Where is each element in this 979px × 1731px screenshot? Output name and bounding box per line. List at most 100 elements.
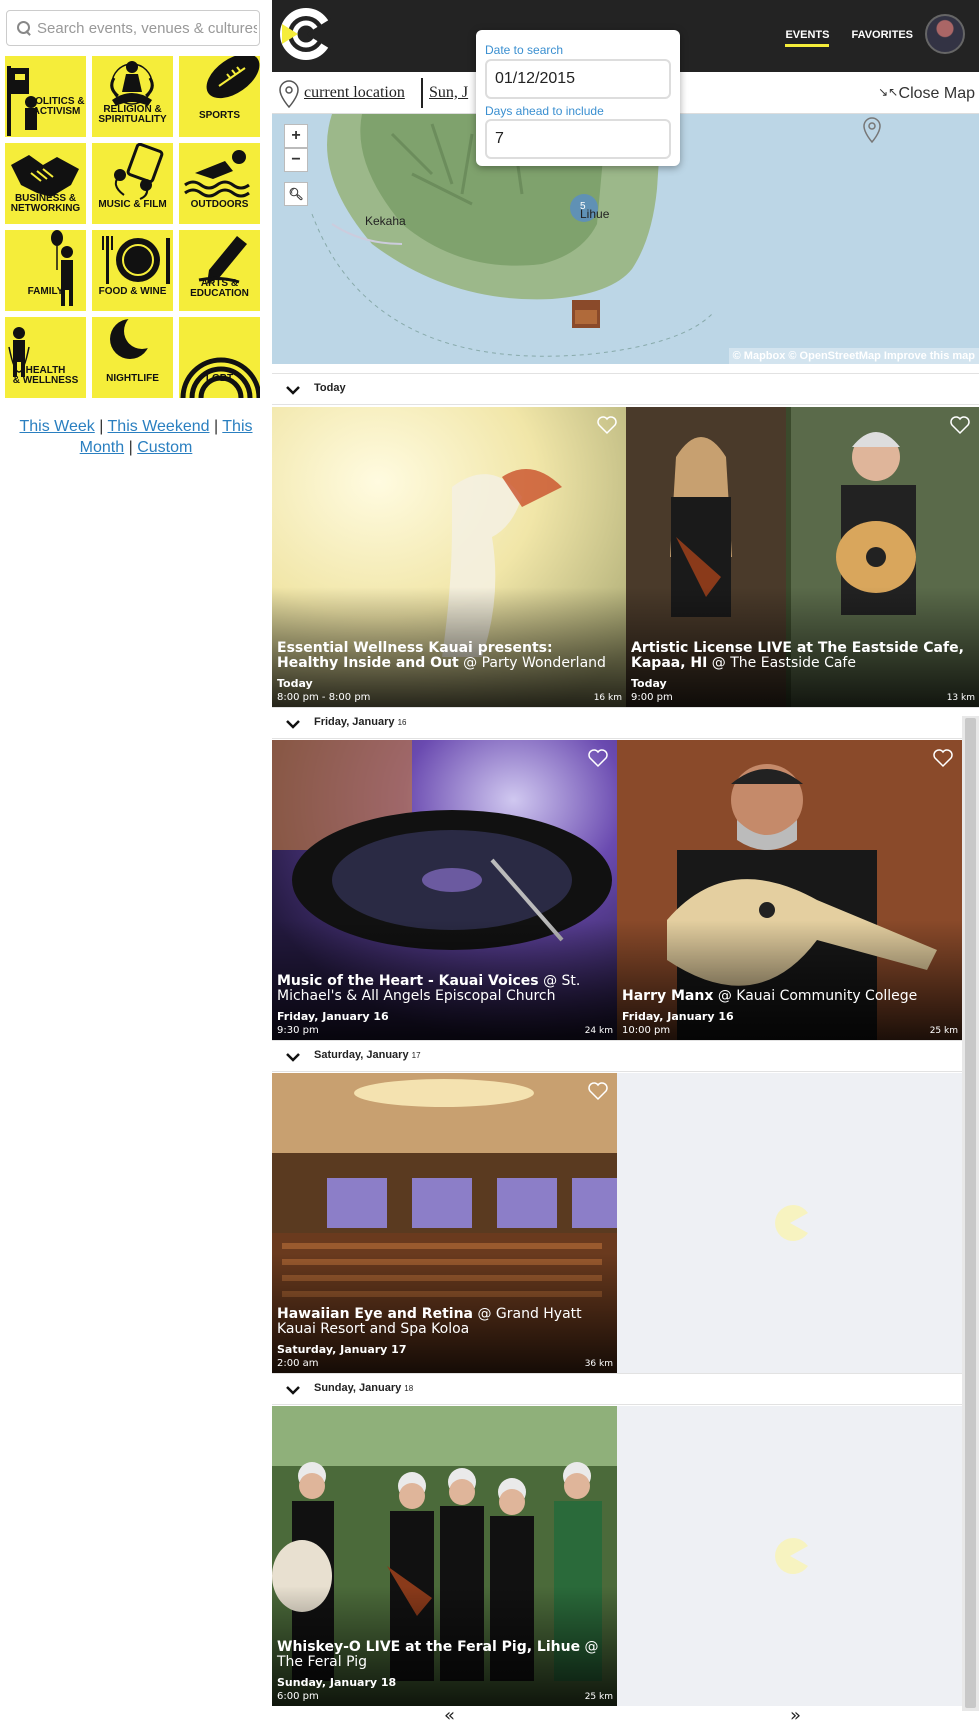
logo-icon[interactable]: [280, 8, 332, 60]
event-title: Hawaiian Eye and Retina @ Grand Hyatt Ka…: [277, 1307, 609, 1337]
event-time: 6:00 pm: [277, 1691, 319, 1702]
at-sign: @: [463, 655, 478, 671]
category-label: Business & Networking: [10, 193, 81, 214]
heart-icon[interactable]: [949, 415, 971, 435]
category-arts[interactable]: Arts & Education: [179, 230, 260, 311]
search-icon: 🔍︎: [288, 187, 304, 201]
category-politics[interactable]: Politics & Activism: [5, 56, 86, 137]
prev-page-button[interactable]: «: [444, 1705, 455, 1726]
loading-placeholder: [617, 1406, 962, 1706]
event-distance: 24 km: [584, 1026, 613, 1036]
day-date-number: 16: [397, 718, 407, 727]
date-link[interactable]: Sun, J: [429, 84, 468, 102]
category-family[interactable]: Family: [5, 230, 86, 311]
category-religion[interactable]: Religion & Spirituality: [92, 56, 173, 137]
event-venue: Party Wonderland: [481, 655, 606, 671]
at-sign: @: [711, 655, 726, 671]
at-sign: @: [477, 1306, 492, 1322]
heart-icon[interactable]: [596, 415, 618, 435]
category-label: LGBT: [205, 373, 234, 384]
day-header[interactable]: Sunday, January 18: [272, 1373, 979, 1405]
map-attribution[interactable]: © Mapbox © OpenStreetMap Improve this ma…: [728, 348, 979, 364]
music-icon: [114, 143, 164, 200]
event-name: Harry Manx: [622, 988, 714, 1004]
date-field[interactable]: [485, 59, 671, 99]
current-location-link[interactable]: current location: [304, 84, 405, 102]
event-distance: 25 km: [584, 1692, 613, 1702]
event-date: Saturday, January 17: [277, 1343, 407, 1356]
event-distance: 13 km: [946, 693, 975, 703]
event-time: 9:30 pm: [277, 1025, 319, 1036]
link-this-week[interactable]: This Week: [19, 418, 94, 435]
close-map-button[interactable]: ↘↖ Close Map: [878, 85, 975, 103]
search-box[interactable]: [6, 10, 260, 46]
event-title: Whiskey-O LIVE at the Feral Pig, Lihue @…: [277, 1640, 609, 1670]
category-sports[interactable]: Sports: [179, 56, 260, 137]
event-venue: The Eastside Cafe: [730, 655, 856, 671]
event-name: Whiskey-O LIVE at the Feral Pig, Lihue: [277, 1639, 581, 1655]
category-music-film[interactable]: Music & Film: [92, 143, 173, 224]
nav-events[interactable]: EVENTS: [785, 29, 830, 47]
pager: « »: [272, 1703, 962, 1731]
next-page-button[interactable]: »: [790, 1705, 801, 1726]
day-date: Saturday, January 17: [314, 1049, 421, 1061]
event-time: 8:00 pm - 8:00 pm: [277, 692, 371, 703]
event-distance: 25 km: [929, 1026, 958, 1036]
day-date-number: 17: [411, 1051, 421, 1060]
map-search-button[interactable]: 🔍︎: [284, 182, 308, 206]
category-business[interactable]: Business & Networking: [5, 143, 86, 224]
moon-icon: [110, 317, 160, 359]
day-header[interactable]: Today: [272, 373, 979, 405]
date-range-links: This Week | This Weekend | This Month | …: [12, 416, 260, 458]
days-ahead-field[interactable]: [485, 119, 671, 159]
event-title: Music of the Heart - Kauai Voices @ St. …: [277, 974, 609, 1004]
event-card[interactable]: Whiskey-O LIVE at the Feral Pig, Lihue @…: [272, 1406, 617, 1706]
events-list: Today Essential Wellness Kauai presents:…: [272, 373, 979, 1731]
rainbow-icon: [180, 357, 260, 398]
sidebar: Politics & Activism Religion & Spiritual…: [0, 0, 272, 1731]
heart-icon[interactable]: [932, 748, 954, 768]
link-custom[interactable]: Custom: [137, 439, 192, 456]
day-date-text: Sunday, January: [314, 1382, 402, 1394]
event-distance: 36 km: [584, 1359, 613, 1369]
category-health[interactable]: Health & Wellness: [5, 317, 86, 398]
link-this-weekend[interactable]: This Weekend: [108, 418, 210, 435]
event-venue: The Feral Pig: [277, 1654, 367, 1670]
football-icon: [206, 56, 260, 99]
search-input[interactable]: [37, 19, 257, 37]
heart-icon[interactable]: [587, 748, 609, 768]
event-time: 9:00 pm: [631, 692, 673, 703]
family-icon: [51, 230, 73, 306]
event-time: 2:00 am: [277, 1358, 319, 1369]
at-sign: @: [543, 973, 558, 989]
event-card[interactable]: Harry Manx @ Kauai Community College Fri…: [617, 740, 962, 1040]
day-header[interactable]: Saturday, January 17: [272, 1040, 979, 1072]
event-card[interactable]: Essential Wellness Kauai presents: Healt…: [272, 407, 626, 707]
heart-icon[interactable]: [587, 1081, 609, 1101]
event-card[interactable]: Music of the Heart - Kauai Voices @ St. …: [272, 740, 617, 1040]
event-name: Hawaiian Eye and Retina: [277, 1306, 473, 1322]
category-label: Family: [27, 286, 64, 297]
category-label: Nightlife: [106, 373, 159, 384]
chevron-down-icon: [286, 720, 300, 729]
date-label: Date to search: [485, 43, 564, 57]
event-card[interactable]: Hawaiian Eye and Retina @ Grand Hyatt Ka…: [272, 1073, 617, 1373]
event-card[interactable]: Artistic License LIVE at The Eastside Ca…: [626, 407, 979, 707]
category-food-wine[interactable]: Food & Wine: [92, 230, 173, 311]
scrollbar[interactable]: [962, 716, 979, 1711]
nav-favorites[interactable]: FAVORITES: [851, 29, 913, 47]
search-icon: [17, 21, 31, 35]
day-date: Sunday, January 18: [314, 1382, 413, 1394]
zoom-in-button[interactable]: +: [284, 124, 308, 148]
day-header[interactable]: Friday, January 16: [272, 707, 979, 739]
category-lgbt[interactable]: LGBT: [179, 317, 260, 398]
scrollbar-thumb[interactable]: [965, 718, 976, 1708]
category-outdoors[interactable]: Outdoors: [179, 143, 260, 224]
plate-icon: [102, 236, 170, 284]
avatar[interactable]: [925, 14, 965, 54]
chevron-down-icon: [286, 1053, 300, 1062]
zoom-out-button[interactable]: −: [284, 148, 308, 172]
category-nightlife[interactable]: Nightlife: [92, 317, 173, 398]
event-date: Friday, January 16: [622, 1010, 734, 1023]
day-date-text: Friday, January: [314, 716, 395, 728]
